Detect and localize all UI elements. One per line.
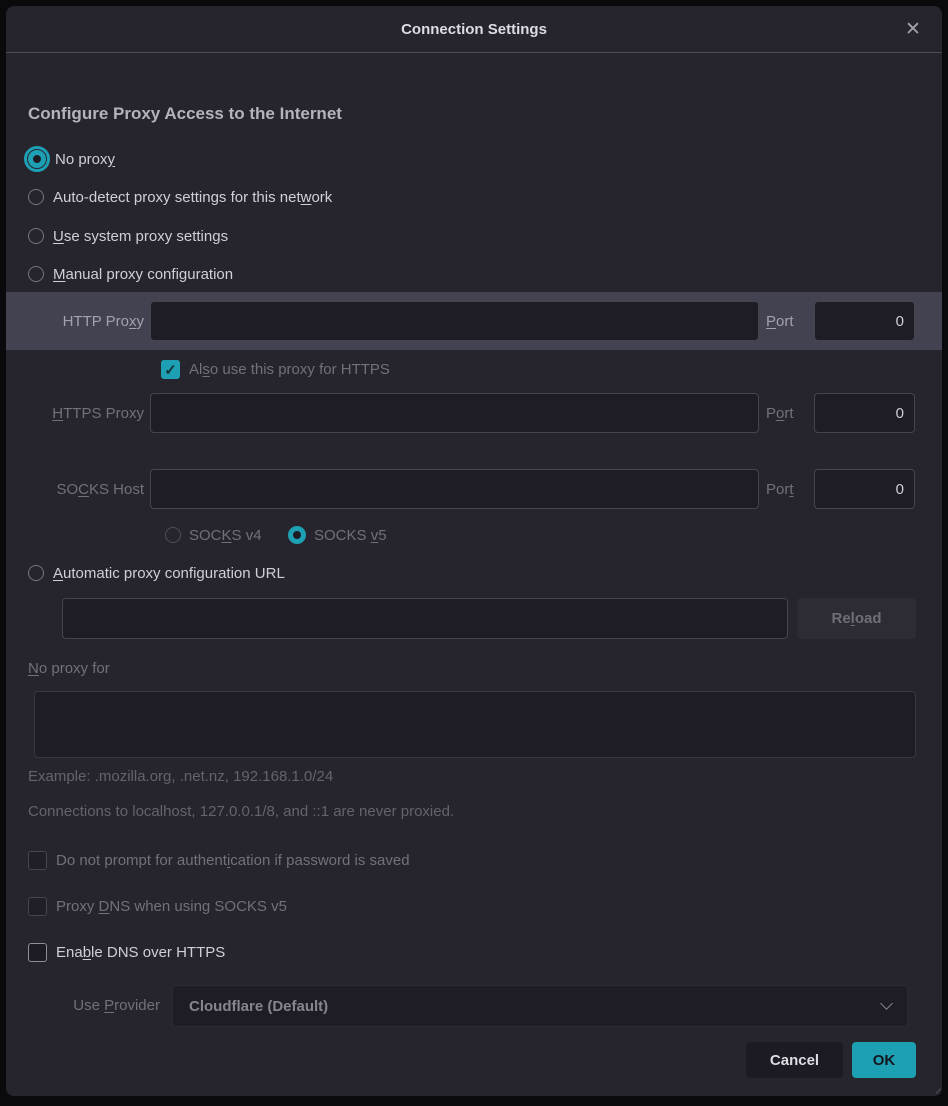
reload-button[interactable]: Reload — [797, 598, 916, 639]
http-proxy-input[interactable] — [150, 301, 759, 341]
checkbox-icon — [28, 897, 47, 916]
cancel-button[interactable]: Cancel — [746, 1042, 843, 1078]
socks-host-input[interactable] — [150, 469, 759, 509]
radio-no-proxy-label: No proxy — [55, 151, 115, 168]
radio-icon — [28, 228, 44, 244]
no-prompt-auth-label: Do not prompt for authentication if pass… — [56, 852, 410, 869]
also-use-https-checkbox-row[interactable]: ✓ Also use this proxy for HTTPS — [161, 360, 390, 379]
radio-system-proxy[interactable]: Use system proxy settings — [28, 223, 228, 249]
socks-v4-label: SOCKS v4 — [189, 527, 262, 544]
socks-port-label: Port — [766, 481, 807, 498]
radio-selected-icon — [288, 526, 306, 544]
checkbox-icon — [28, 943, 47, 962]
https-proxy-label: HTTPS Proxy — [6, 405, 144, 422]
http-port-label: Port — [766, 313, 807, 330]
resize-grip[interactable] — [929, 1083, 941, 1095]
also-use-https-label: Also use this proxy for HTTPS — [189, 361, 390, 378]
enable-doh-label: Enable DNS over HTTPS — [56, 944, 225, 961]
use-provider-label: Use Provider — [28, 997, 160, 1014]
socks-v5-label: SOCKS v5 — [314, 527, 387, 544]
radio-icon — [165, 527, 181, 543]
radio-socks-v5[interactable]: SOCKS v5 — [288, 522, 387, 548]
autoconfig-url-input[interactable] — [62, 598, 788, 639]
http-proxy-label: HTTP Proxy — [6, 313, 144, 330]
https-port-input[interactable] — [814, 393, 915, 433]
chevron-down-icon — [880, 997, 893, 1010]
proxy-dns-checkbox-row[interactable]: Proxy DNS when using SOCKS v5 — [28, 897, 287, 916]
autoconfig-row: Reload — [62, 598, 942, 639]
radio-auto-detect[interactable]: Auto-detect proxy settings for this netw… — [28, 184, 332, 210]
ok-button-label: OK — [873, 1052, 896, 1069]
radio-auto-detect-label: Auto-detect proxy settings for this netw… — [53, 189, 332, 206]
radio-icon — [28, 266, 44, 282]
enable-doh-checkbox-row[interactable]: Enable DNS over HTTPS — [28, 943, 225, 962]
socks-host-label: SOCKS Host — [6, 481, 144, 498]
page-title: Configure Proxy Access to the Internet — [28, 104, 342, 124]
proxy-dns-label: Proxy DNS when using SOCKS v5 — [56, 898, 287, 915]
close-icon[interactable]: ✕ — [898, 14, 928, 44]
dialog-titlebar: Connection Settings ✕ — [6, 6, 942, 53]
socks-host-row: SOCKS Host Port — [6, 469, 942, 509]
https-port-label: Port — [766, 405, 807, 422]
ok-button[interactable]: OK — [852, 1042, 916, 1078]
radio-icon — [28, 189, 44, 205]
radio-autoconfig-url[interactable]: Automatic proxy configuration URL — [28, 560, 285, 586]
no-proxy-for-label: No proxy for — [28, 660, 110, 677]
radio-socks-v4[interactable]: SOCKS v4 — [165, 522, 262, 548]
dialog-title: Connection Settings — [401, 21, 547, 38]
https-proxy-input[interactable] — [150, 393, 759, 433]
radio-no-proxy[interactable]: No proxy — [28, 146, 115, 172]
https-proxy-row: HTTPS Proxy Port — [6, 393, 942, 433]
connection-settings-dialog: Connection Settings ✕ Configure Proxy Ac… — [6, 6, 942, 1096]
radio-manual-proxy[interactable]: Manual proxy configuration — [28, 261, 233, 287]
no-proxy-for-textarea[interactable] — [34, 691, 916, 758]
doh-provider-value: Cloudflare (Default) — [189, 998, 328, 1015]
autoconfig-url-label: Automatic proxy configuration URL — [53, 565, 285, 582]
reload-button-label: Reload — [831, 610, 881, 627]
http-port-input[interactable] — [814, 301, 915, 341]
radio-selected-icon — [28, 150, 46, 168]
radio-system-proxy-label: Use system proxy settings — [53, 228, 228, 245]
socks-port-input[interactable] — [814, 469, 915, 509]
http-proxy-row: HTTP Proxy Port — [6, 292, 942, 350]
radio-icon — [28, 565, 44, 581]
no-proxy-example-text: Example: .mozilla.org, .net.nz, 192.168.… — [28, 768, 333, 785]
radio-manual-proxy-label: Manual proxy configuration — [53, 266, 233, 283]
checkbox-checked-icon: ✓ — [161, 360, 180, 379]
never-proxied-note: Connections to localhost, 127.0.0.1/8, a… — [28, 803, 454, 820]
checkbox-icon — [28, 851, 47, 870]
doh-provider-dropdown[interactable]: Cloudflare (Default) — [172, 985, 908, 1027]
cancel-button-label: Cancel — [770, 1052, 819, 1069]
no-prompt-auth-checkbox-row[interactable]: Do not prompt for authentication if pass… — [28, 851, 410, 870]
